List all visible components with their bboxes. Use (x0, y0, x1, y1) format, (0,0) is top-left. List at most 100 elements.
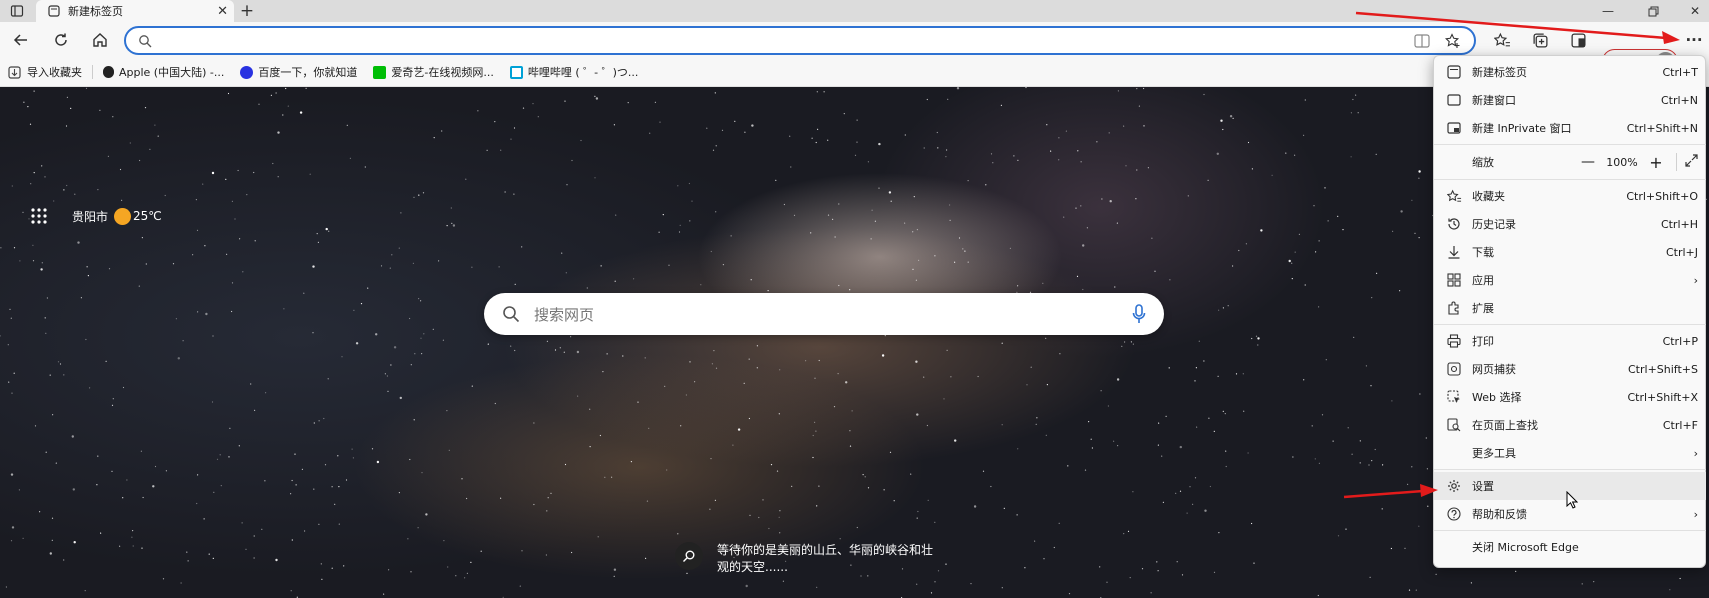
menu-item-downloads[interactable]: 下载 Ctrl+J (1434, 238, 1706, 266)
fullscreen-icon[interactable] (1685, 154, 1698, 170)
menu-shortcut: Ctrl+Shift+S (1628, 362, 1698, 376)
menu-item-inprivate[interactable]: 新建 InPrivate 窗口 Ctrl+Shift+N (1434, 114, 1706, 142)
bookmark-bilibili[interactable]: 哔哩哔哩 ( ゜- ゜)つ... (502, 61, 647, 83)
apps-icon[interactable] (1567, 29, 1589, 51)
weather-temp: 25℃ (133, 209, 162, 223)
bookmark-label: Apple (中国大陆) -... (119, 66, 225, 79)
menu-shortcut: Ctrl+F (1662, 418, 1698, 432)
search-icon (139, 35, 152, 48)
bookmark-import[interactable]: 导入收藏夹 (0, 61, 90, 83)
menu-item-extensions[interactable]: 扩展 (1434, 294, 1706, 322)
menu-item-new-window[interactable]: 新建窗口 Ctrl+N (1434, 86, 1706, 114)
download-icon (1446, 244, 1462, 260)
capture-icon (1446, 361, 1462, 377)
apps-icon (1446, 272, 1462, 288)
menu-item-web-capture[interactable]: 网页捕获 Ctrl+Shift+S (1434, 355, 1706, 383)
microphone-icon[interactable] (1132, 304, 1146, 324)
inprivate-icon (1446, 120, 1462, 136)
menu-label: 在页面上查找 (1472, 419, 1538, 432)
search-box[interactable]: 搜索网页 (484, 293, 1164, 335)
weather-widget[interactable]: 贵阳市 25℃ (30, 207, 162, 225)
weather-sun-icon (114, 207, 132, 225)
address-bar[interactable] (124, 26, 1476, 55)
mouse-cursor-icon (1566, 491, 1578, 509)
bookmark-apple[interactable]: Apple (中国大陆) -... (95, 61, 232, 83)
menu-label: 应用 (1472, 274, 1494, 287)
menu-separator (1434, 324, 1706, 325)
restore-icon[interactable] (1642, 0, 1664, 22)
favorites-icon[interactable] (1491, 29, 1513, 51)
visual-search-icon[interactable] (675, 542, 703, 570)
search-input[interactable]: 搜索网页 (534, 304, 1132, 325)
menu-shortcut: Ctrl+Shift+O (1626, 189, 1698, 203)
menu-label: 新建 InPrivate 窗口 (1472, 122, 1572, 135)
menu-label: 历史记录 (1472, 218, 1516, 231)
new-tab-button[interactable]: + (236, 0, 258, 22)
chevron-right-icon: › (1693, 446, 1698, 460)
menu-shortcut: Ctrl+P (1662, 334, 1698, 348)
menu-label: 网页捕获 (1472, 363, 1516, 376)
image-caption[interactable]: 等待你的是美丽的山丘、华丽的峡谷和壮 观的天空...... (675, 542, 975, 576)
back-icon[interactable] (10, 29, 32, 51)
menu-separator (1434, 530, 1706, 531)
add-favorite-icon[interactable] (1445, 33, 1461, 49)
more-options-icon[interactable]: ··· (1683, 29, 1705, 51)
menu-item-apps[interactable]: 应用 › (1434, 266, 1706, 294)
tab-title: 新建标签页 (68, 5, 123, 18)
collections-icon[interactable] (1529, 29, 1551, 51)
history-icon (1446, 216, 1462, 232)
menu-item-new-tab[interactable]: 新建标签页 Ctrl+T (1434, 58, 1706, 86)
iqiyi-icon (373, 65, 387, 79)
menu-shortcut: Ctrl+Shift+N (1626, 121, 1698, 135)
menu-label: 下载 (1472, 246, 1494, 259)
refresh-icon[interactable] (50, 29, 72, 51)
menu-item-history[interactable]: 历史记录 Ctrl+H (1434, 210, 1706, 238)
reader-view-icon[interactable] (1414, 34, 1430, 48)
settings-icon (1446, 478, 1462, 494)
menu-item-favorites[interactable]: 收藏夹 Ctrl+Shift+O (1434, 182, 1706, 210)
menu-label: 新建标签页 (1472, 66, 1527, 79)
menu-label: 新建窗口 (1472, 94, 1516, 107)
menu-item-print[interactable]: 打印 Ctrl+P (1434, 327, 1706, 355)
menu-item-close-edge[interactable]: 关闭 Microsoft Edge (1434, 533, 1706, 561)
new-tab-icon (1446, 64, 1462, 80)
menu-separator (1434, 179, 1706, 180)
menu-item-more-tools[interactable]: 更多工具 › (1434, 439, 1706, 467)
zoom-in-icon[interactable]: + (1644, 153, 1668, 172)
address-input[interactable] (160, 33, 1360, 49)
tab-new-tab[interactable]: 新建标签页 ✕ (36, 0, 234, 22)
menu-item-find[interactable]: 在页面上查找 Ctrl+F (1434, 411, 1706, 439)
menu-shortcut: Ctrl+Shift+X (1627, 390, 1698, 404)
menu-label: 扩展 (1472, 302, 1494, 315)
menu-label: 帮助和反馈 (1472, 508, 1527, 521)
import-icon (8, 65, 21, 79)
app-launcher-icon[interactable] (30, 207, 48, 225)
chevron-right-icon: › (1693, 507, 1698, 521)
menu-label: 收藏夹 (1472, 190, 1505, 203)
close-tab-icon[interactable]: ✕ (217, 4, 228, 19)
close-window-icon[interactable]: ✕ (1684, 0, 1706, 22)
menu-label: 缩放 (1472, 156, 1494, 169)
toolbar: 登录 ··· (0, 22, 1709, 74)
menu-separator (1434, 469, 1706, 470)
menu-shortcut: Ctrl+J (1665, 245, 1698, 259)
bookmark-iqiyi[interactable]: 爱奇艺-在线视频网... (365, 61, 501, 83)
new-tab-page-icon (48, 5, 60, 17)
bookmark-baidu[interactable]: 百度一下，你就知道 (232, 61, 365, 83)
menu-shortcut: Ctrl+T (1662, 65, 1698, 79)
new-window-icon (1446, 92, 1462, 108)
caption-line: 等待你的是美丽的山丘、华丽的峡谷和壮 (717, 543, 934, 557)
home-icon[interactable] (89, 29, 111, 51)
menu-label: 关闭 Microsoft Edge (1472, 541, 1579, 554)
zoom-level: 100% (1606, 155, 1638, 169)
menu-item-web-select[interactable]: Web 选择 Ctrl+Shift+X (1434, 383, 1706, 411)
minimize-icon[interactable]: — (1597, 0, 1619, 22)
bookmark-label: 百度一下，你就知道 (258, 66, 358, 79)
chevron-right-icon: › (1693, 273, 1698, 287)
bookmark-label: 爱奇艺-在线视频网... (391, 66, 494, 79)
weather-city: 贵阳市 (72, 209, 109, 224)
tab-actions-icon[interactable] (6, 0, 28, 22)
baidu-icon (240, 65, 254, 79)
zoom-out-icon[interactable]: — (1576, 154, 1600, 170)
bookmark-label: 导入收藏夹 (27, 66, 82, 79)
